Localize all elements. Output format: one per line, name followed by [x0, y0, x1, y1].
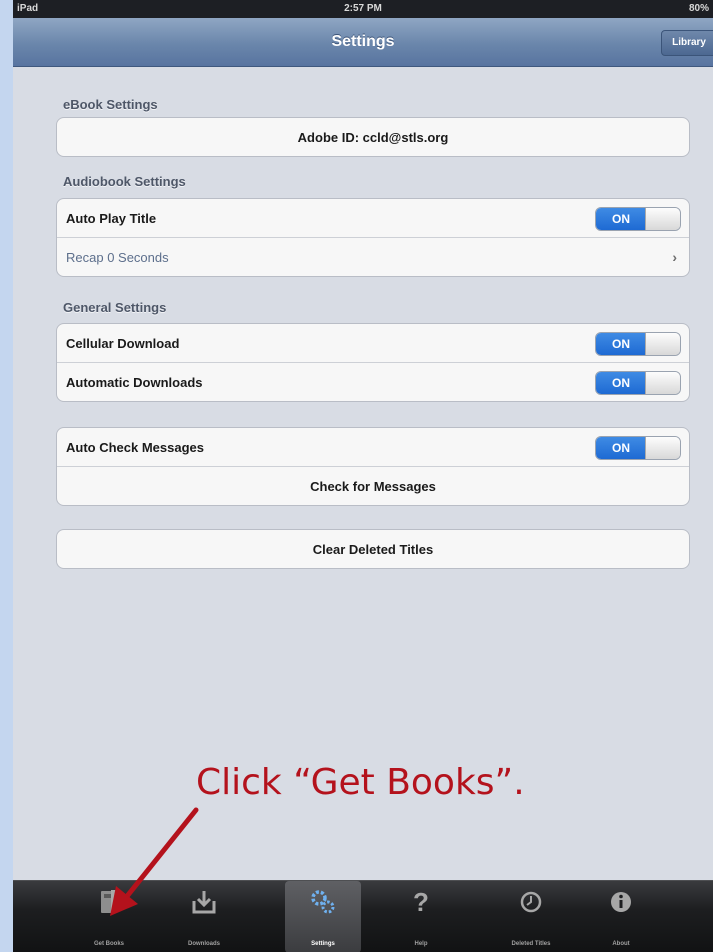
tab-help[interactable]: ? Help	[383, 881, 459, 952]
adobe-id-row[interactable]: Adobe ID: ccld@stls.org	[57, 118, 689, 156]
section-header-general: General Settings	[63, 300, 167, 315]
status-bar: iPad 2:57 PM 80%	[13, 0, 713, 18]
general-settings-group: Cellular Download ON Automatic Downloads…	[56, 323, 690, 402]
tab-deleted-titles[interactable]: Deleted Titles	[493, 881, 569, 952]
automatic-downloads-toggle[interactable]: ON	[595, 371, 681, 395]
toggle-on-label: ON	[596, 437, 646, 459]
toggle-on-label: ON	[596, 372, 646, 394]
settings-content: eBook Settings Adobe ID: ccld@stls.org A…	[13, 67, 713, 879]
check-messages-label: Check for Messages	[310, 479, 436, 494]
clear-deleted-titles-label: Clear Deleted Titles	[312, 542, 434, 557]
auto-check-messages-label: Auto Check Messages	[66, 440, 204, 455]
messages-settings-group: Auto Check Messages ON Check for Message…	[56, 427, 690, 506]
auto-play-row: Auto Play Title ON	[57, 199, 689, 238]
ebook-settings-group: Adobe ID: ccld@stls.org	[56, 117, 690, 157]
auto-check-messages-row: Auto Check Messages ON	[57, 428, 689, 467]
toggle-on-label: ON	[596, 208, 646, 230]
tab-label: About	[612, 941, 630, 947]
cellular-download-row: Cellular Download ON	[57, 324, 689, 363]
status-time: 2:57 PM	[344, 3, 382, 14]
toggle-knob	[645, 333, 680, 355]
adobe-id-label: Adobe ID: ccld@stls.org	[297, 130, 449, 145]
automatic-downloads-label: Automatic Downloads	[66, 375, 203, 390]
tab-label: Deleted Titles	[511, 941, 551, 947]
audiobook-settings-group: Auto Play Title ON Recap 0 Seconds ›	[56, 198, 690, 277]
clock-icon	[493, 887, 569, 917]
check-messages-button[interactable]: Check for Messages	[57, 467, 689, 505]
cellular-download-toggle[interactable]: ON	[595, 332, 681, 356]
callout-arrow-icon	[110, 807, 199, 916]
page-title: Settings	[331, 33, 395, 50]
chevron-right-icon: ›	[672, 249, 677, 265]
tab-label: Downloads	[187, 941, 220, 947]
tab-label: Help	[414, 941, 428, 947]
automatic-downloads-row: Automatic Downloads ON	[57, 363, 689, 401]
section-header-audiobook: Audiobook Settings	[63, 174, 186, 189]
gear-icon	[285, 887, 361, 917]
toggle-knob	[645, 437, 680, 459]
battery-level: 80%	[688, 3, 709, 14]
cellular-download-label: Cellular Download	[66, 336, 180, 351]
toggle-on-label: ON	[596, 333, 646, 355]
auto-check-messages-toggle[interactable]: ON	[595, 436, 681, 460]
recap-row[interactable]: Recap 0 Seconds ›	[57, 238, 689, 276]
clear-deleted-titles-button[interactable]: Clear Deleted Titles	[57, 530, 689, 568]
tab-settings[interactable]: Settings	[285, 881, 361, 952]
question-icon: ?	[413, 887, 429, 917]
section-header-ebook: eBook Settings	[63, 97, 158, 112]
auto-play-label: Auto Play Title	[66, 211, 157, 226]
deleted-titles-group: Clear Deleted Titles	[56, 529, 690, 569]
library-button[interactable]: Library	[661, 30, 713, 56]
tab-label: Get Books	[93, 941, 124, 947]
toggle-knob	[645, 208, 680, 230]
slide-background-strip	[0, 0, 13, 952]
instruction-callout: Click “Get Books”.	[196, 762, 525, 803]
navigation-bar: Settings Library	[13, 18, 713, 67]
tab-label: Settings	[311, 941, 335, 947]
tab-about[interactable]: About	[583, 881, 659, 952]
toggle-knob	[645, 372, 680, 394]
recap-label: Recap 0 Seconds	[66, 250, 169, 265]
auto-play-toggle[interactable]: ON	[595, 207, 681, 231]
info-icon	[583, 887, 659, 917]
